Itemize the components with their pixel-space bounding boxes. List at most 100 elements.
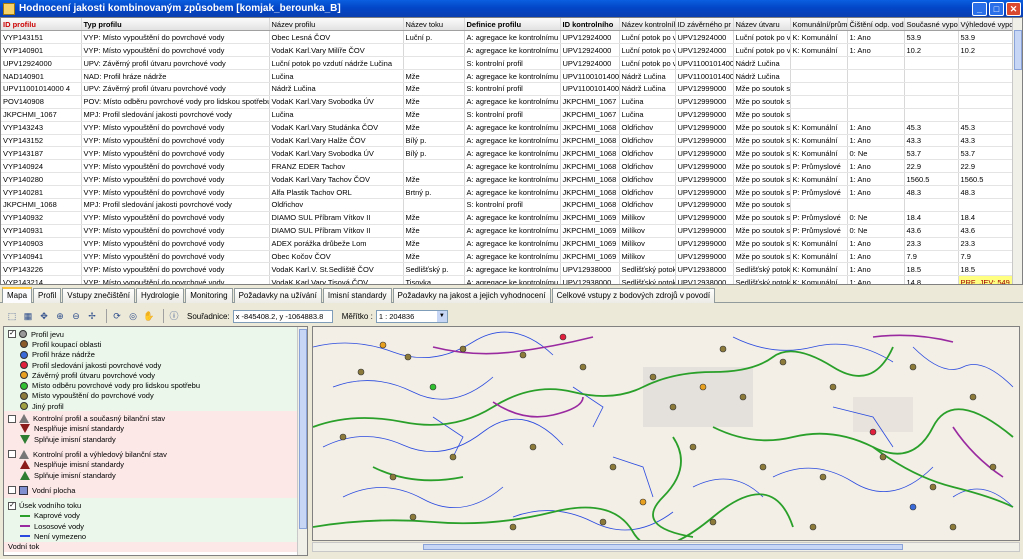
column-header[interactable]: Název toku [403,18,465,32]
table-row[interactable]: UPV11001014000 4 UPV: Závěrný profil útva… [1,82,1015,96]
legend-scrollbar[interactable] [297,327,307,555]
table-cell [958,198,1015,212]
water-area-icon [19,485,28,495]
column-header[interactable]: Definice profilu [464,18,561,32]
tab-3[interactable]: Hydrologie [135,288,185,303]
profile-grid[interactable]: ID profilu Typ profilu Název profilu Název … [0,17,1023,285]
table-cell: Sedlišťský potok [619,275,676,284]
legend-current-section: Kontrolní profil a současný bilanční sta… [4,411,307,448]
column-header[interactable]: Čištění odp. vod [847,18,905,32]
table-cell: K: Komunální [790,43,848,58]
tab-1[interactable]: Profil [33,288,62,303]
column-header[interactable]: Typ profilu [81,18,270,32]
legend-vodni-tok[interactable]: Vodní tok [8,542,307,552]
table-row[interactable]: VYP143187 VYP: Místo vypouštění do povrch… [1,146,1015,161]
layer-checkbox[interactable]: ✓ [8,330,16,339]
table-row[interactable]: VYP143152 VYP: Místo vypouštění do povrch… [1,134,1015,148]
table-row[interactable]: VYP140924 VYP: Místo vypouštění do povrch… [1,159,1015,174]
map-toolbar: ⬚ ▦ ✥ ⊕ ⊖ ✢ ⟳ ◎ ✋ ⓘ Souřadnice: x -84540… [0,306,1023,326]
table-row[interactable]: JKPCHMI_1067 MPJ: Profil sledování jakost… [1,108,1015,122]
table-cell: A: agregace ke kontrolnímu p [464,211,561,225]
table-row[interactable]: VYP143243 VYP: Místo vypouštění do povrch… [1,121,1015,135]
legend-kontrolni-soucasny[interactable]: Kontrolní profil a současný bilanční sta… [8,413,307,424]
column-header[interactable]: ID profilu [1,18,82,32]
scale-select[interactable]: 1 : 204836 ▼ [375,309,448,323]
table-cell: S: kontrolní profil [464,56,561,71]
column-header[interactable]: ID kontrolního [560,18,620,32]
legend-kontrolni-vyhledovy[interactable]: Kontrolní profil a výhledový bilanční st… [8,449,307,459]
column-header[interactable]: Název útvaru [733,18,791,32]
legend-neni-vymezeno: Není vymezeno [8,531,307,541]
table-row[interactable]: NAD140901 NAD: Profil hráze nádrže Lučina M… [1,69,1015,83]
map-view[interactable] [312,326,1020,541]
legend-profil-jevu[interactable]: ✓ Profil jevu [8,329,307,339]
hand-icon[interactable]: ✋ [143,310,155,322]
table-cell: JKPCHMI_1069 [560,237,620,251]
zoom-extent-icon[interactable]: ◎ [127,310,139,322]
grid-vertical-scrollbar[interactable] [1012,18,1022,284]
tab-7[interactable]: Požadavky na jakost a jejich vyhodnocení [392,288,551,303]
table-cell: K: Komunální [790,134,848,148]
layer-checkbox[interactable] [8,450,16,459]
table-row[interactable]: POV140908 POV: Místo odběru povrchové vod… [1,95,1015,109]
layer-checkbox[interactable] [8,486,16,495]
line-icon [20,514,30,517]
column-header[interactable]: Název kontrolního [619,18,676,32]
minimize-button[interactable]: _ [972,1,987,16]
table-cell: A: agregace ke kontrolnímu p [464,185,561,199]
column-header[interactable]: Výhledové vypo [958,18,1015,32]
coordinates-field[interactable]: x -845408.2, y -1064883.8 [232,309,333,323]
table-cell: Mže po soutok s [733,134,791,148]
table-cell: 1: Ano [847,250,905,264]
table-row[interactable]: VYP143226 VYP: Místo vypouštění do povrch… [1,262,1015,277]
legend-stream-section: ✓ Úsek vodního toku Kaprové vody Lososov… [4,498,307,542]
table-cell: VodaK Karl.Vary Tisová ČOV [269,275,404,284]
identify-icon[interactable]: ⓘ [168,310,180,322]
legend-usek[interactable]: ✓ Úsek vodního toku [8,500,307,510]
table-row[interactable]: VYP143214 VYP: Místo vypouštění do povrch… [1,275,1015,284]
table-cell: 1: Ano [847,159,905,174]
profile-table: ID profilu Typ profilu Název profilu Název … [1,18,1015,284]
move-icon[interactable]: ✢ [86,310,98,322]
table-row[interactable]: JKPCHMI_1068 MPJ: Profil sledování jakost… [1,198,1015,212]
close-button[interactable]: ✕ [1006,1,1021,16]
tab-5[interactable]: Požadavky na užívání [233,288,322,303]
table-row[interactable]: VYP140280 VYP: Místo vypouštění do povrch… [1,172,1015,187]
select-area-icon[interactable]: ▦ [22,310,34,322]
column-header[interactable]: ID závěrného pr [675,18,734,32]
table-cell: Mže po soutok s [733,108,791,122]
table-cell: 1: Ano [847,237,905,251]
table-row[interactable]: VYP140932 VYP: Místo vypouštění do povrch… [1,211,1015,225]
table-cell: Mže po soutok s [733,211,791,225]
table-row[interactable]: VYP140901 VYP: Místo vypouštění do povrch… [1,43,1015,58]
select-icon[interactable]: ⬚ [6,310,18,322]
tab-8[interactable]: Celkové vstupy z bodových zdrojů v povod… [551,288,716,303]
zoom-out-icon[interactable]: ⊖ [70,310,82,322]
tab-6[interactable]: Imisní standardy [322,288,392,303]
tab-0[interactable]: Mapa [2,287,33,303]
table-row[interactable]: VYP140931 VYP: Místo vypouštění do povrch… [1,224,1015,238]
maximize-button[interactable]: □ [989,1,1004,16]
zoom-in-icon[interactable]: ⊕ [54,310,66,322]
table-row[interactable]: UPV12924000 UPV: Závěrný profil útvaru po… [1,56,1015,71]
table-cell [790,56,848,71]
layer-checkbox[interactable]: ✓ [8,501,16,510]
tab-4[interactable]: Monitoring [185,288,233,303]
layer-checkbox[interactable] [8,414,16,423]
table-cell: 23.3 [904,237,959,251]
legend-vodni-plocha[interactable]: Vodní plocha [8,485,307,495]
table-row[interactable]: VYP140281 VYP: Místo vypouštění do povrch… [1,185,1015,199]
table-row[interactable]: VYP140941 VYP: Místo vypouštění do povrch… [1,250,1015,264]
tab-2[interactable]: Vstupy znečištění [62,288,135,303]
refresh-icon[interactable]: ⟳ [111,310,123,322]
pan-icon[interactable]: ✥ [38,310,50,322]
column-header[interactable]: Komunální/prům [790,18,848,32]
table-row[interactable]: VYP143151 VYP: Místo vypouštění do povrch… [1,30,1015,45]
column-header[interactable]: Současné vypou [904,18,959,32]
chevron-down-icon[interactable]: ▼ [436,310,447,322]
map-legend: ✓ Profil jevu Profil koupací oblasti Prof… [3,326,308,556]
map-horizontal-scrollbar[interactable] [312,542,1020,552]
column-header[interactable]: Název profilu [269,18,404,32]
table-row[interactable]: VYP140903 VYP: Místo vypouštění do povrch… [1,237,1015,251]
table-cell: Mže po soutok s [733,82,791,96]
